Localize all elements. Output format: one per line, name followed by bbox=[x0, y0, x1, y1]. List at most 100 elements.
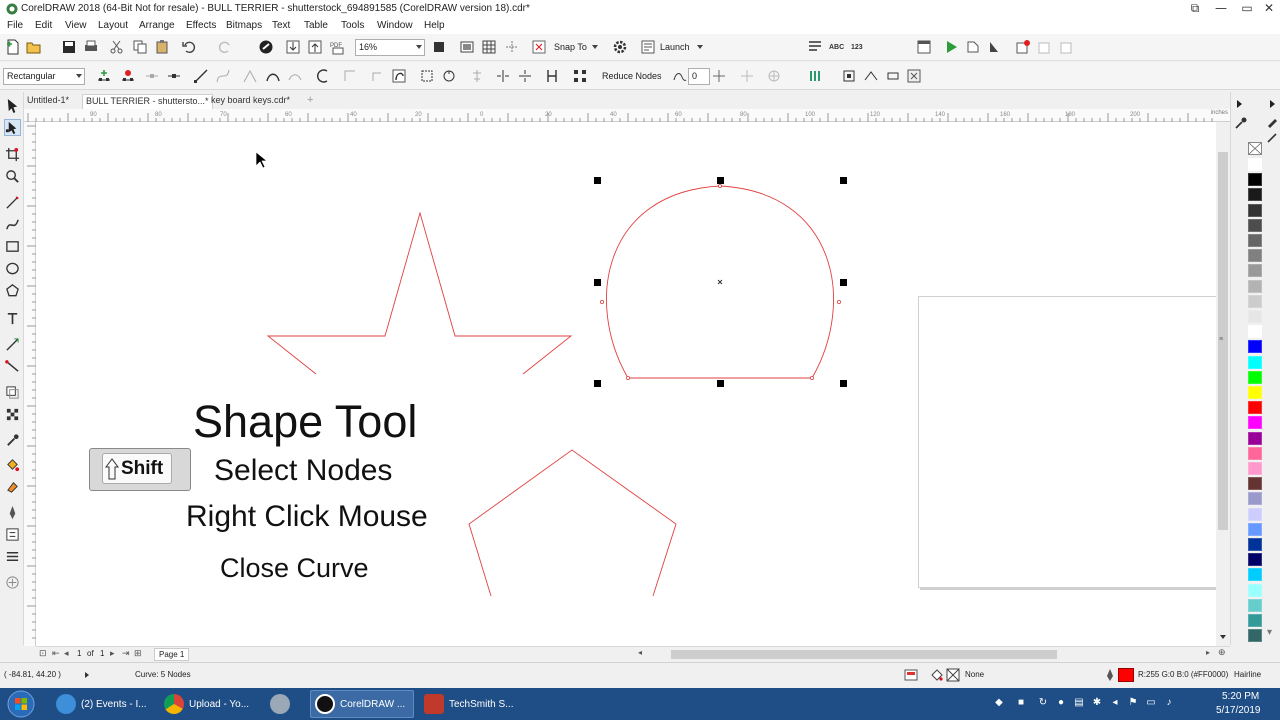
node-shapes-icon[interactable] bbox=[884, 67, 902, 85]
symmetrical-node-disabled-icon[interactable] bbox=[286, 67, 304, 85]
tray-volume-icon[interactable]: ◂ bbox=[1108, 697, 1122, 711]
undo-icon[interactable] bbox=[180, 38, 198, 56]
next-page-icon[interactable]: ▸ bbox=[110, 648, 115, 659]
save-icon[interactable] bbox=[60, 38, 78, 56]
tray-sync-icon[interactable]: ↻ bbox=[1036, 697, 1050, 711]
zoom-navigator-icon[interactable]: ⊕ bbox=[1218, 647, 1226, 658]
full-screen-preview-icon[interactable] bbox=[458, 38, 476, 56]
curve-smoothness-input[interactable]: 0 bbox=[688, 68, 710, 85]
show-guidelines-icon[interactable] bbox=[503, 38, 521, 56]
tray-network-icon[interactable]: ▤ bbox=[1072, 697, 1086, 711]
convert-to-line-icon[interactable] bbox=[192, 67, 210, 85]
show-nodes-icon[interactable] bbox=[862, 67, 880, 85]
paste-icon[interactable] bbox=[153, 38, 171, 56]
tab-untitled-1[interactable]: Untitled-1* bbox=[24, 94, 72, 109]
text-tools-icon[interactable] bbox=[806, 38, 824, 56]
snap-to-dropdown-icon[interactable] bbox=[592, 45, 598, 49]
start-button[interactable] bbox=[4, 689, 38, 719]
menu-effects[interactable]: Effects bbox=[186, 20, 216, 31]
open-folder-icon[interactable] bbox=[25, 38, 43, 56]
menu-layout[interactable]: Layout bbox=[98, 20, 128, 31]
menu-window[interactable]: Window bbox=[377, 20, 413, 31]
convert-to-curve-disabled-icon[interactable] bbox=[214, 67, 232, 85]
palette-swatch[interactable] bbox=[1248, 446, 1262, 460]
tray-bluetooth-icon[interactable]: ✱ bbox=[1090, 697, 1104, 711]
menu-text[interactable]: Text bbox=[272, 20, 290, 31]
palette-swatch[interactable] bbox=[1248, 538, 1262, 551]
task-coreldraw[interactable]: CorelDRAW ... bbox=[310, 690, 414, 718]
options-gear-icon[interactable] bbox=[611, 38, 629, 56]
restore-docker-icon[interactable]: ⧉ bbox=[1182, 0, 1208, 18]
palette-swatch[interactable] bbox=[1248, 264, 1262, 278]
status-expand-icon[interactable] bbox=[85, 672, 89, 678]
launch-label[interactable]: Launch bbox=[660, 42, 690, 52]
selection-mode-combo[interactable]: Rectangular bbox=[3, 68, 85, 85]
cusp-node-disabled-icon[interactable] bbox=[241, 67, 259, 85]
macro-step-icon[interactable] bbox=[964, 38, 982, 56]
vertical-ruler[interactable] bbox=[24, 122, 36, 646]
palette-swatch[interactable] bbox=[1248, 370, 1262, 384]
mirror-horizontal-icon[interactable] bbox=[494, 67, 512, 85]
quick-customize-icon[interactable] bbox=[4, 574, 21, 591]
tray-flag-icon[interactable]: ⚑ bbox=[1126, 697, 1140, 711]
new-document-icon[interactable] bbox=[4, 38, 22, 56]
align-distribute-icon[interactable] bbox=[4, 548, 21, 565]
align-nodes-disabled-icon[interactable] bbox=[468, 67, 486, 85]
break-curve-icon[interactable] bbox=[165, 67, 183, 85]
macro-disabled-2-icon[interactable] bbox=[1058, 38, 1076, 56]
palette-swatch[interactable] bbox=[1248, 553, 1262, 567]
mirror-vertical-icon[interactable] bbox=[516, 67, 534, 85]
palette-swatch[interactable] bbox=[1248, 218, 1262, 232]
node-disabled-1-icon[interactable] bbox=[738, 67, 756, 85]
palette-swatch[interactable] bbox=[1248, 355, 1262, 369]
reduce-nodes-button[interactable]: Reduce Nodes bbox=[602, 71, 662, 81]
rectangle-tool-icon[interactable] bbox=[4, 238, 21, 255]
palette-swatch[interactable] bbox=[1248, 203, 1262, 217]
scroll-left-icon[interactable]: ◂ bbox=[638, 648, 642, 657]
palette-swatch[interactable] bbox=[1248, 629, 1262, 643]
tray-notification-icon[interactable]: ◆ bbox=[992, 697, 1006, 711]
close-button[interactable]: ✕ bbox=[1256, 0, 1280, 18]
palette-swatch[interactable] bbox=[1248, 249, 1262, 263]
palette-swatch[interactable] bbox=[1248, 492, 1262, 506]
ellipse-tool-icon[interactable] bbox=[4, 260, 21, 277]
palette-swatch[interactable] bbox=[1248, 340, 1262, 354]
task-techsmith[interactable]: TechSmith S... bbox=[420, 690, 522, 718]
selection-handle-top-right[interactable] bbox=[840, 177, 847, 184]
pick-tool-icon[interactable] bbox=[4, 97, 21, 114]
selection-handle-top[interactable] bbox=[717, 177, 724, 184]
palette-swatch[interactable] bbox=[1248, 173, 1262, 187]
vertical-scrollbar[interactable]: ≡ bbox=[1216, 122, 1230, 646]
previous-page-icon[interactable]: ◂ bbox=[64, 648, 69, 659]
scroll-right-icon[interactable]: ▸ bbox=[1206, 648, 1210, 657]
menu-bitmaps[interactable]: Bitmaps bbox=[226, 20, 262, 31]
no-color-swatch[interactable] bbox=[1248, 142, 1262, 155]
menu-edit[interactable]: Edit bbox=[35, 20, 52, 31]
print-icon[interactable] bbox=[82, 38, 100, 56]
smoothness-slider-icon[interactable] bbox=[710, 67, 728, 85]
menu-tools[interactable]: Tools bbox=[341, 20, 364, 31]
abc-spell-icon[interactable]: ABC bbox=[828, 38, 846, 56]
add-tab-icon[interactable]: + bbox=[307, 94, 313, 106]
minimize-button[interactable]: — bbox=[1208, 0, 1234, 18]
task-chrome-upload[interactable]: Upload - Yo... bbox=[160, 690, 260, 718]
reverse-direction-icon[interactable] bbox=[314, 67, 332, 85]
redo-icon[interactable] bbox=[216, 38, 234, 56]
zoom-level-combo[interactable]: 16% bbox=[355, 39, 425, 56]
search-content-icon[interactable] bbox=[257, 38, 275, 56]
macro-disabled-1-icon[interactable] bbox=[1036, 38, 1054, 56]
interactive-fill-tool-icon[interactable] bbox=[4, 456, 21, 473]
launch-dropdown-icon[interactable] bbox=[697, 45, 703, 49]
tray-app-icon[interactable]: ■ bbox=[1014, 697, 1028, 711]
palette-swatch[interactable] bbox=[1248, 325, 1262, 339]
polygon-tool-icon[interactable] bbox=[4, 282, 21, 299]
tab-key-board-keys[interactable]: key board keys.cdr* bbox=[208, 94, 293, 109]
palette-swatch[interactable] bbox=[1248, 279, 1262, 293]
drawing-canvas[interactable]: Shape Tool Shift Select Nodes Right Clic… bbox=[36, 122, 1216, 646]
palette-swatch[interactable] bbox=[1248, 614, 1262, 627]
page-options-icon[interactable]: ⊡ bbox=[39, 648, 47, 659]
selection-handle-bottom-right[interactable] bbox=[840, 380, 847, 387]
add-page-icon[interactable]: ⊞ bbox=[134, 648, 142, 659]
selection-handle-top-left[interactable] bbox=[594, 177, 601, 184]
elastic-mode-icon[interactable] bbox=[543, 67, 561, 85]
